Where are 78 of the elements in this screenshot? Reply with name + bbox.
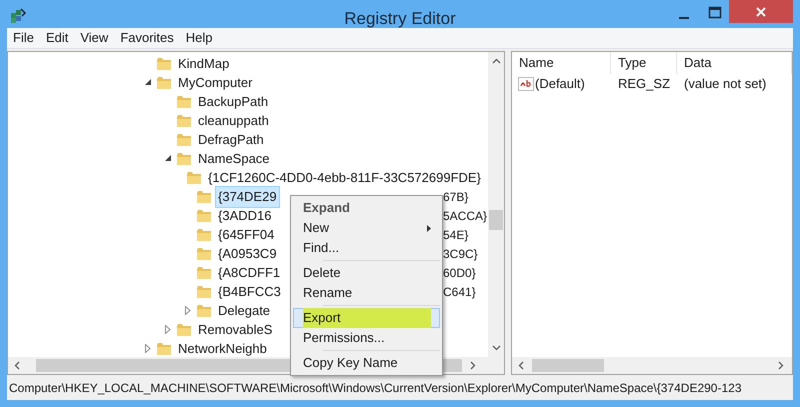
tree-item[interactable]: MyComputer bbox=[175, 72, 256, 94]
context-menu-item[interactable]: Copy Key Name bbox=[293, 353, 440, 373]
tree-item[interactable]: {374DE29 bbox=[215, 186, 280, 208]
tree-item[interactable]: KindMap bbox=[175, 53, 232, 74]
folder-icon bbox=[156, 56, 172, 71]
context-menu-item[interactable]: Expand bbox=[293, 198, 440, 218]
folder-icon bbox=[196, 228, 212, 242]
status-bar-path: Computer\HKEY_LOCAL_MACHINE\SOFTWARE\Microsoft\Windows\CurrentVersion\Explorer\MyComputer\NameSpace\{374DE290-123 bbox=[9, 380, 742, 396]
context-menu-item[interactable]: New bbox=[293, 218, 440, 238]
menu-item[interactable]: Favorites bbox=[114, 28, 180, 48]
close-button[interactable] bbox=[729, 0, 793, 23]
scroll-right-icon[interactable] bbox=[470, 361, 476, 370]
tree-item[interactable]: RemovableS bbox=[195, 319, 276, 340]
folder-icon bbox=[176, 114, 192, 128]
tree-item-text: C641} bbox=[443, 284, 476, 301]
folder-icon bbox=[156, 342, 172, 356]
folder-icon bbox=[176, 152, 192, 166]
collapsed-arrow-icon[interactable] bbox=[185, 306, 191, 316]
folder-icon bbox=[196, 190, 212, 204]
menu-item[interactable]: View bbox=[74, 28, 114, 48]
tree-item-text: 54E} bbox=[443, 226, 468, 244]
tree-item[interactable]: {A8CDFF1 bbox=[215, 262, 284, 284]
close-icon bbox=[756, 6, 766, 16]
column-header[interactable]: Data bbox=[677, 52, 792, 74]
tree-item[interactable]: Delegate bbox=[215, 300, 274, 322]
context-menu-item[interactable]: Rename bbox=[293, 283, 440, 303]
collapsed-arrow-icon[interactable] bbox=[165, 325, 171, 334]
folder-icon bbox=[176, 132, 192, 147]
context-menu-item[interactable]: Export bbox=[293, 308, 440, 328]
collapsed-arrow-icon[interactable] bbox=[145, 344, 151, 354]
tree-item[interactable]: NameSpace bbox=[195, 148, 273, 170]
scrollbar-thumb[interactable] bbox=[532, 359, 604, 372]
folder-icon bbox=[196, 246, 212, 261]
tree-item[interactable]: BackupPath bbox=[195, 91, 272, 112]
column-header[interactable]: Type bbox=[611, 52, 677, 74]
column-header[interactable]: Name bbox=[512, 52, 611, 74]
registry-app-icon bbox=[9, 7, 27, 25]
expanded-arrow-icon[interactable] bbox=[145, 79, 152, 86]
context-menu-item[interactable]: Find... bbox=[293, 238, 440, 258]
expanded-arrow-icon[interactable] bbox=[165, 155, 172, 162]
folder-icon bbox=[196, 266, 212, 280]
tree-item[interactable]: {A0953C9 bbox=[215, 243, 280, 264]
tree-item[interactable]: cleanuppath bbox=[195, 110, 272, 132]
tree-item[interactable]: {645FF04 bbox=[215, 224, 278, 246]
scroll-down-icon[interactable] bbox=[492, 345, 500, 351]
tree-item-text: 60D0} bbox=[443, 264, 476, 282]
value-data: (value not set) bbox=[683, 75, 768, 94]
folder-icon bbox=[196, 208, 212, 223]
context-menu-item[interactable]: Delete bbox=[293, 263, 440, 283]
scroll-up-icon[interactable] bbox=[492, 58, 500, 64]
tree-item-text: 5ACCA} bbox=[443, 208, 488, 225]
context-menu-item[interactable]: Permissions... bbox=[293, 328, 440, 348]
tree-item-text: 3C9C} bbox=[443, 246, 478, 263]
maximize-icon[interactable] bbox=[708, 6, 722, 20]
window-title: Registry Editor bbox=[343, 8, 457, 30]
submenu-arrow-icon bbox=[427, 224, 431, 232]
menu-item[interactable]: Help bbox=[180, 28, 219, 48]
folder-icon bbox=[176, 322, 192, 337]
scrollbar-thumb[interactable] bbox=[489, 210, 503, 230]
tree-item[interactable]: {1CF1260C-4DD0-4ebb-811F-33C572699FDE} bbox=[205, 167, 484, 188]
string-value-icon bbox=[518, 77, 534, 91]
tree-item-text: 67B} bbox=[443, 188, 468, 206]
tree-item[interactable]: {3ADD16 bbox=[215, 205, 274, 226]
folder-icon bbox=[176, 94, 192, 109]
tree-item[interactable]: NetworkNeighb bbox=[175, 338, 270, 360]
scroll-left-icon[interactable] bbox=[14, 361, 20, 370]
tree-item[interactable]: DefragPath bbox=[195, 129, 267, 150]
value-type: REG_SZ bbox=[617, 75, 672, 94]
folder-icon bbox=[196, 304, 212, 318]
folder-icon bbox=[196, 284, 212, 299]
scroll-left-icon[interactable] bbox=[518, 361, 524, 370]
folder-icon bbox=[156, 76, 172, 90]
menu-item[interactable]: Edit bbox=[40, 28, 74, 48]
value-name[interactable]: (Default) bbox=[535, 74, 585, 94]
menu-item[interactable]: File bbox=[7, 28, 40, 48]
tree-item[interactable]: {B4BFCC3 bbox=[215, 281, 284, 302]
scroll-right-icon[interactable] bbox=[778, 361, 784, 370]
folder-icon bbox=[186, 170, 202, 185]
